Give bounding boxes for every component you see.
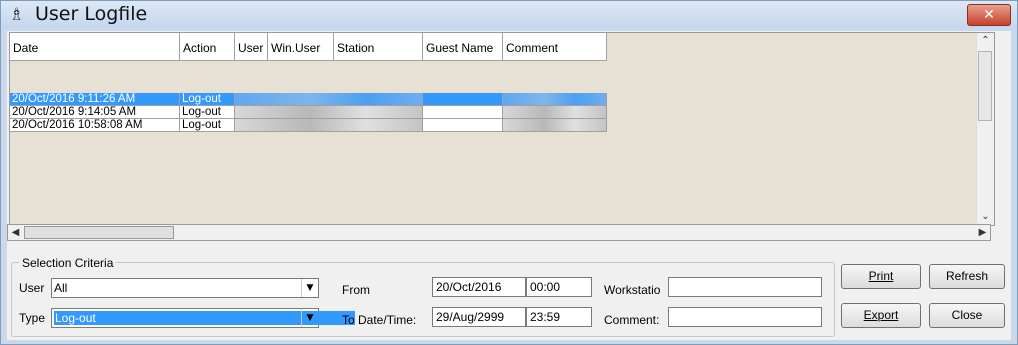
scroll-up-icon[interactable]: ⌃ xyxy=(978,33,993,48)
horizontal-scroll-thumb[interactable] xyxy=(24,226,174,239)
table-row-date[interactable]: 20/Oct/2016 9:11:26 AM xyxy=(10,93,180,106)
user-logfile-window: ♗ User Logfile ✕ Date Action User Win.Us… xyxy=(0,0,1018,345)
redacted-cell[interactable] xyxy=(503,119,607,132)
chevron-down-icon[interactable]: ▼ xyxy=(301,279,318,297)
redacted-cell[interactable] xyxy=(235,119,423,132)
horizontal-scrollbar[interactable]: ◀ ▶ xyxy=(7,224,991,241)
table-row-action[interactable]: Log-out xyxy=(180,106,235,119)
export-button[interactable]: Export xyxy=(841,303,921,328)
title-bar: ♗ User Logfile ✕ xyxy=(1,1,1017,29)
from-label: From xyxy=(342,283,370,297)
redacted-cell[interactable] xyxy=(235,93,423,106)
table-row-guest[interactable] xyxy=(423,119,503,132)
comment-field[interactable] xyxy=(668,307,822,327)
column-header-user[interactable]: User xyxy=(235,33,268,61)
workstation-field[interactable] xyxy=(668,277,822,297)
selection-criteria-legend: Selection Criteria xyxy=(19,256,117,270)
user-label: User xyxy=(19,281,45,295)
table-row-date[interactable]: 20/Oct/2016 10:58:08 AM xyxy=(10,119,180,132)
redacted-cell[interactable] xyxy=(503,93,607,106)
table-row-action[interactable]: Log-out xyxy=(180,93,235,106)
table-row-guest[interactable] xyxy=(423,106,503,119)
from-date-field[interactable]: 20/Oct/2016 xyxy=(432,277,526,297)
chevron-down-icon[interactable]: ▼ xyxy=(301,309,318,327)
window-title: User Logfile xyxy=(35,3,148,25)
redacted-cell[interactable] xyxy=(235,106,423,119)
print-button[interactable]: Print xyxy=(841,264,921,289)
table-row-action[interactable]: Log-out xyxy=(180,119,235,132)
column-header-date[interactable]: Date xyxy=(10,33,180,61)
key-icon: ♗ xyxy=(9,5,25,25)
scroll-left-icon[interactable]: ◀ xyxy=(8,225,23,240)
to-date-field[interactable]: 29/Aug/2999 xyxy=(432,307,526,327)
close-button[interactable]: Close xyxy=(929,303,1005,328)
workstation-label: Workstatio xyxy=(604,283,661,297)
refresh-button[interactable]: Refresh xyxy=(929,264,1005,289)
column-header-station[interactable]: Station xyxy=(334,33,423,61)
column-header-win-user[interactable]: Win.User xyxy=(268,33,334,61)
to-time-field[interactable]: 23:59 xyxy=(526,307,592,327)
type-combo[interactable]: Log-out ▼ xyxy=(51,308,355,328)
redacted-cell[interactable] xyxy=(503,106,607,119)
scroll-right-icon[interactable]: ▶ xyxy=(975,225,990,240)
column-header-action[interactable]: Action xyxy=(180,33,235,61)
vertical-scrollbar[interactable]: ⌃ ⌄ xyxy=(976,33,994,225)
user-combo[interactable]: All ▼ xyxy=(51,278,319,298)
type-label: Type xyxy=(19,311,46,325)
close-icon[interactable]: ✕ xyxy=(967,4,1011,26)
table-row-date[interactable]: 20/Oct/2016 9:14:05 AM xyxy=(10,106,180,119)
scroll-down-icon[interactable]: ⌄ xyxy=(978,209,993,224)
log-grid[interactable]: Date Action User Win.User Station Guest … xyxy=(9,32,995,226)
user-combo-value: All xyxy=(54,281,68,295)
window-client: Date Action User Win.User Station Guest … xyxy=(7,31,1011,340)
to-date-time-label: To Date/Time: xyxy=(342,313,417,327)
column-header-guest-name[interactable]: Guest Name xyxy=(423,33,503,61)
from-time-field[interactable]: 00:00 xyxy=(526,277,592,297)
table-row-guest[interactable] xyxy=(423,93,503,106)
comment-label: Comment: xyxy=(604,313,660,327)
vertical-scroll-thumb[interactable] xyxy=(978,51,992,121)
column-header-comment[interactable]: Comment xyxy=(503,33,607,61)
